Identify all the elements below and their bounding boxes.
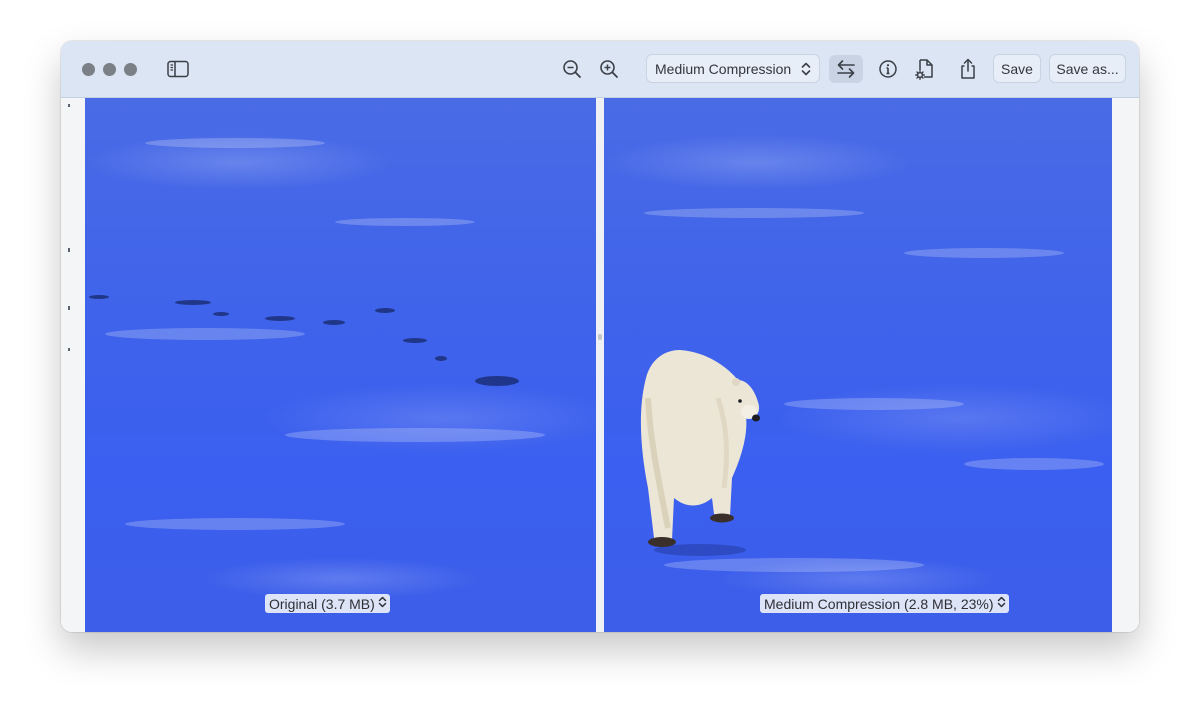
compression-select[interactable]: Medium Compression <box>646 54 820 83</box>
track-mark <box>375 308 395 313</box>
window-minimize-button[interactable] <box>103 63 116 76</box>
left-gutter <box>61 98 85 632</box>
track-mark <box>213 312 229 316</box>
chevron-updown-icon <box>801 61 811 80</box>
document-gear-icon <box>915 58 935 80</box>
original-image-pane[interactable]: Original (3.7 MB) <box>85 98 596 632</box>
gutter-mark <box>68 348 70 351</box>
snow-drift <box>145 138 325 148</box>
swap-compare-button[interactable] <box>829 55 863 83</box>
sidebar-toggle-icon <box>167 60 189 78</box>
toolbar: Medium Compression Save Save as... <box>61 41 1139 98</box>
compressed-size-label: Medium Compression (2.8 MB, 23%) <box>764 595 994 612</box>
share-button[interactable] <box>955 55 981 83</box>
snow-drift <box>644 208 864 218</box>
window-zoom-button[interactable] <box>124 63 137 76</box>
app-window: Medium Compression Save Save as... Origi… <box>61 41 1139 632</box>
compressed-image-pane[interactable]: Medium Compression (2.8 MB, 23%) <box>604 98 1112 632</box>
snow-drift <box>285 428 545 442</box>
save-as-button[interactable]: Save as... <box>1049 54 1126 83</box>
compressed-size-selector[interactable]: Medium Compression (2.8 MB, 23%) <box>760 594 1009 613</box>
gutter-mark <box>68 104 70 107</box>
sidebar-toggle-button[interactable] <box>164 55 192 83</box>
track-mark <box>175 300 211 305</box>
track-mark <box>323 320 345 325</box>
zoom-in-icon <box>599 59 619 79</box>
snow-drift <box>125 518 345 530</box>
gutter-mark <box>68 306 70 310</box>
snow-drift <box>964 458 1104 470</box>
track-mark <box>403 338 427 343</box>
snow-drift <box>784 398 964 410</box>
right-gutter <box>1112 98 1139 632</box>
chevron-updown-icon <box>378 595 387 612</box>
share-icon <box>958 58 978 80</box>
snow-drift <box>105 328 305 340</box>
zoom-out-icon <box>562 59 582 79</box>
split-divider[interactable] <box>596 98 604 632</box>
chevron-updown-icon <box>997 595 1006 612</box>
info-icon <box>878 59 898 79</box>
zoom-in-button[interactable] <box>596 55 622 83</box>
track-mark <box>265 316 295 321</box>
snow-drift <box>335 218 475 226</box>
snow-drift <box>904 248 1064 258</box>
save-button[interactable]: Save <box>993 54 1041 83</box>
document-settings-button[interactable] <box>912 55 938 83</box>
track-mark <box>89 295 109 299</box>
polar-bear-image <box>640 350 760 556</box>
original-size-selector[interactable]: Original (3.7 MB) <box>265 594 390 613</box>
track-mark <box>435 356 447 361</box>
gutter-mark <box>68 248 70 252</box>
original-size-label: Original (3.7 MB) <box>269 595 375 612</box>
info-button[interactable] <box>875 55 901 83</box>
comparison-view: Original (3.7 MB) Medium Compression (2.… <box>61 98 1139 632</box>
zoom-out-button[interactable] <box>559 55 585 83</box>
snow-drift <box>664 558 924 572</box>
track-mark <box>475 376 519 386</box>
swap-arrows-icon <box>835 59 857 79</box>
split-divider-handle[interactable] <box>598 334 602 340</box>
compression-select-label: Medium Compression <box>655 60 792 77</box>
window-close-button[interactable] <box>82 63 95 76</box>
